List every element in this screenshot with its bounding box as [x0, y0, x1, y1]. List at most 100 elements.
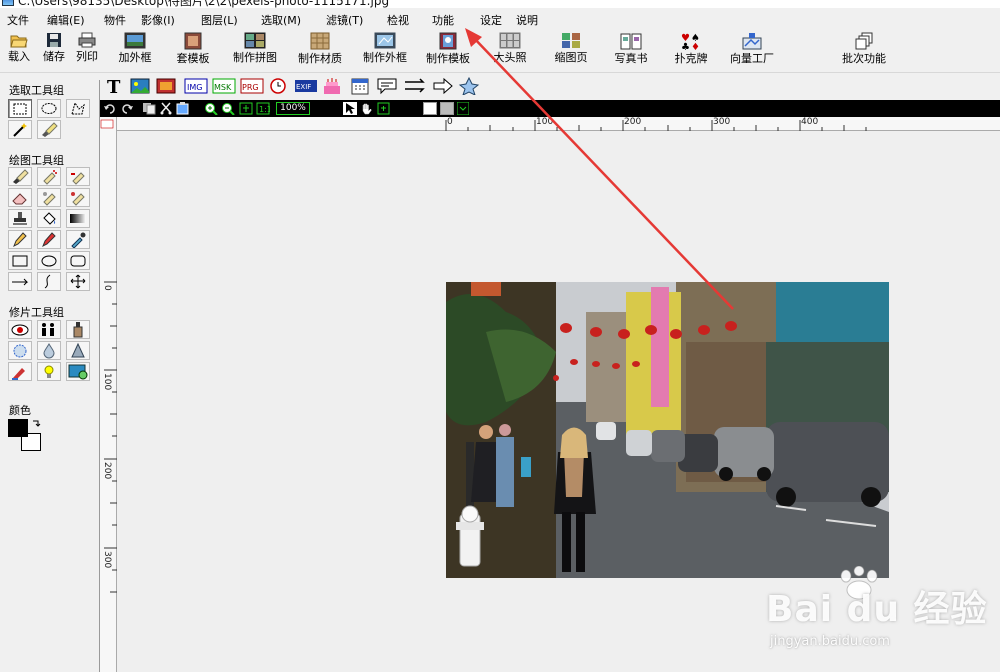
ellipse-tool[interactable]	[37, 251, 61, 270]
smudge-tool[interactable]	[37, 188, 61, 207]
crop-icon[interactable]	[377, 102, 391, 115]
rectangle-tool[interactable]	[8, 251, 32, 270]
brush-tool[interactable]	[8, 167, 32, 186]
menu-filter[interactable]: 滤镜(T)	[326, 12, 363, 28]
red-eye-tool[interactable]	[8, 320, 32, 339]
speech-bubble-icon[interactable]	[376, 77, 398, 95]
make-template-button[interactable]: 制作模板	[421, 32, 475, 65]
stamp-icon	[13, 212, 27, 225]
line-arrow-icon	[12, 278, 29, 286]
fill-tool[interactable]	[37, 209, 61, 228]
foreground-color-swatch[interactable]	[8, 419, 28, 437]
fit-window-icon[interactable]	[239, 102, 253, 115]
apply-template-button[interactable]: 套模板	[170, 32, 216, 65]
color-brush-tool[interactable]	[66, 167, 90, 186]
foreground-swatch-mini[interactable]	[423, 102, 437, 115]
paste-icon[interactable]	[176, 102, 190, 115]
star-shape-icon[interactable]	[458, 77, 480, 95]
printer-icon	[78, 32, 96, 48]
prg-object-icon[interactable]: PRG	[240, 77, 264, 95]
menu-view[interactable]: 检视	[387, 12, 409, 28]
zoom-out-icon[interactable]	[221, 102, 235, 115]
menu-settings[interactable]: 设定	[480, 12, 502, 28]
exif-icon[interactable]: EXIF	[294, 77, 318, 95]
gradient-tool[interactable]	[66, 209, 90, 228]
curve-tool[interactable]	[37, 272, 61, 291]
msk-object-icon[interactable]: MSK	[212, 77, 236, 95]
make-template-label: 制作模板	[426, 52, 470, 65]
menu-layer[interactable]: 图层(L)	[201, 12, 238, 28]
street-photo[interactable]	[446, 282, 889, 578]
eraser-tool[interactable]	[8, 188, 32, 207]
sharpen-tool[interactable]	[66, 341, 90, 360]
menu-select[interactable]: 选取(M)	[261, 12, 301, 28]
load-button[interactable]: 载入	[5, 32, 33, 63]
make-texture-button[interactable]: 制作材质	[293, 32, 347, 65]
marker-tool[interactable]	[37, 230, 61, 249]
menu-image[interactable]: 影像(I)	[141, 12, 175, 28]
copy-icon[interactable]	[142, 102, 156, 115]
magic-wand-tool[interactable]	[8, 120, 32, 139]
redo-icon[interactable]	[120, 102, 134, 115]
bottle-tool[interactable]	[66, 320, 90, 339]
img-object-icon[interactable]: IMG	[184, 77, 208, 95]
highlight-tool[interactable]	[37, 362, 61, 381]
line-arrows-icon[interactable]	[404, 77, 426, 95]
arrow-shape-icon[interactable]	[432, 77, 454, 95]
background-swatch-mini[interactable]	[440, 102, 454, 115]
undo-icon[interactable]	[103, 102, 117, 115]
make-frame-button[interactable]: 制作外框	[358, 32, 412, 64]
pointer-icon[interactable]	[343, 102, 357, 115]
clone-stamp-tool[interactable]	[8, 209, 32, 228]
color-pen-tool[interactable]	[8, 362, 32, 381]
cut-icon[interactable]	[159, 102, 173, 115]
make-frame-icon	[374, 32, 396, 49]
playing-cards-button[interactable]: ♥ ♠ ♣ ♦ 扑克牌	[670, 32, 712, 65]
frame-object-icon[interactable]	[156, 77, 176, 95]
zoom-in-icon[interactable]	[204, 102, 218, 115]
photo-fix-tool[interactable]	[66, 362, 90, 381]
frame-icon	[124, 32, 146, 49]
actual-size-icon[interactable]: 1:1	[256, 102, 270, 115]
vector-factory-button[interactable]: 向量工厂	[726, 32, 778, 65]
add-frame-button[interactable]: 加外框	[113, 32, 157, 64]
ellipse-select-tool[interactable]	[37, 99, 61, 118]
menu-file[interactable]: 文件	[7, 12, 29, 28]
hand-icon[interactable]	[360, 102, 374, 115]
chevron-down-icon[interactable]	[457, 102, 469, 115]
clock-icon[interactable]	[268, 77, 288, 95]
line-tool[interactable]	[8, 272, 32, 291]
id-photo-button[interactable]: 大头照	[488, 32, 532, 64]
swap-colors-icon[interactable]	[31, 419, 41, 429]
batch-button[interactable]: 批次功能	[838, 32, 890, 65]
thumbnail-page-button[interactable]: 缩图页	[550, 32, 592, 64]
calendar-icon[interactable]	[350, 77, 370, 95]
water-drop-tool[interactable]	[37, 341, 61, 360]
people-tool[interactable]	[37, 320, 61, 339]
pencil-tool[interactable]	[8, 230, 32, 249]
save-button[interactable]: 储存	[40, 32, 68, 63]
lens-tool[interactable]	[8, 341, 32, 360]
image-object-icon[interactable]	[130, 77, 150, 95]
menu-function[interactable]: 功能	[432, 12, 454, 28]
spray-tool[interactable]	[37, 167, 61, 186]
print-button[interactable]: 列印	[73, 32, 101, 63]
street-photo-image	[446, 282, 889, 578]
menu-help[interactable]: 说明	[516, 12, 538, 28]
rounded-rect-tool[interactable]	[66, 251, 90, 270]
thumbnail-page-icon	[562, 33, 580, 48]
menu-object[interactable]: 物件	[104, 12, 126, 28]
make-collage-button[interactable]: 制作拼图	[228, 32, 282, 64]
print-label: 列印	[76, 50, 98, 63]
eyedropper-tool[interactable]	[66, 230, 90, 249]
cake-icon[interactable]	[322, 77, 342, 95]
rect-select-tool[interactable]	[8, 99, 32, 118]
move-tool[interactable]	[66, 272, 90, 291]
photo-book-button[interactable]: 写真书	[610, 32, 652, 65]
lasso-select-tool[interactable]	[66, 99, 90, 118]
zoom-level[interactable]: 100%	[276, 102, 310, 115]
menu-edit[interactable]: 编辑(E)	[47, 12, 85, 28]
blur-brush-tool[interactable]	[66, 188, 90, 207]
text-tool-icon[interactable]: T	[104, 77, 124, 95]
select-brush-tool[interactable]	[37, 120, 61, 139]
